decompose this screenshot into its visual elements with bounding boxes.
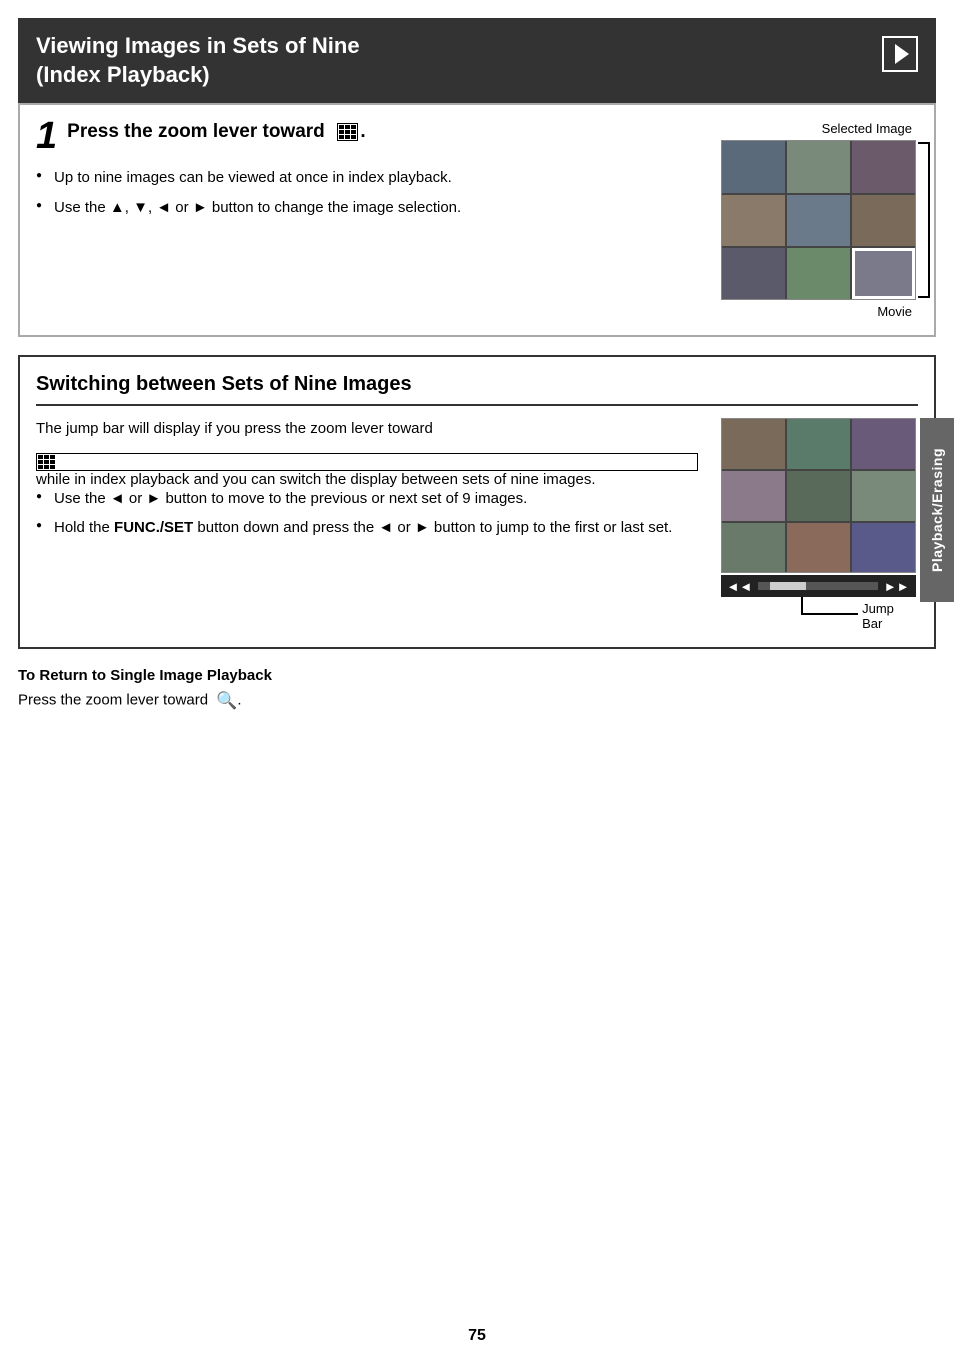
section2-left: The jump bar will display if you press t… — [36, 418, 698, 631]
section2-content: The jump bar will display if you press t… — [36, 418, 918, 631]
image-grid2 — [721, 418, 916, 573]
jump-bar-label-container: Jump Bar — [721, 597, 916, 631]
g2-cell-4 — [787, 471, 850, 521]
movie-label: Movie — [877, 304, 912, 319]
header-section: Viewing Images in Sets of Nine (Index Pl… — [18, 18, 936, 103]
image-grid — [721, 140, 916, 300]
grid-cell-0 — [722, 141, 785, 192]
g2-cell-6 — [722, 523, 785, 573]
grid-cell-6 — [722, 248, 785, 299]
section2: Switching between Sets of Nine Images Th… — [18, 355, 936, 649]
grid-cell-3 — [722, 195, 785, 246]
play-icon — [895, 44, 909, 64]
g2-cell-0 — [722, 419, 785, 469]
g2-cell-8 — [852, 523, 915, 573]
jump-bar-container: ◄◄ ►► — [721, 575, 916, 597]
jump-bar-thumb — [770, 582, 806, 590]
header-title: Viewing Images in Sets of Nine (Index Pl… — [36, 32, 360, 89]
jump-bar-right-arrow: ►► — [884, 579, 910, 594]
grid-cell-7 — [787, 248, 850, 299]
jump-bar-bracket — [801, 597, 859, 615]
return-title: To Return to Single Image Playback — [18, 667, 936, 684]
section1-left: 1 Press the zoom lever toward — [36, 121, 698, 319]
g2-cell-5 — [852, 471, 915, 521]
step-title: 1 Press the zoom lever toward — [36, 121, 698, 155]
jump-bar-label: Jump Bar — [862, 601, 915, 631]
step-title-text: Press the zoom lever toward . — [67, 121, 366, 142]
g2-cell-1 — [787, 419, 850, 469]
bullet-2: Use the ▲, ▼, ◄ or ► button to change th… — [36, 197, 698, 219]
grid-cell-5 — [852, 195, 915, 246]
grid-cell-4 — [787, 195, 850, 246]
section2-bullet-2: Hold the FUNC./SET button down and press… — [36, 517, 698, 539]
section2-intro: The jump bar will display if you press t… — [36, 418, 698, 441]
return-text: Press the zoom lever toward 🔍. — [18, 688, 936, 714]
section2-right: ◄◄ ►► Jump Bar — [718, 418, 918, 631]
playback-icon-box — [882, 36, 918, 72]
step-number: 1 — [36, 121, 57, 155]
g2-cell-2 — [852, 419, 915, 469]
selected-image-label: Selected Image — [822, 121, 912, 136]
section1: 1 Press the zoom lever toward — [18, 103, 936, 337]
magnify-icon: 🔍 — [216, 688, 237, 714]
section2-title: Switching between Sets of Nine Images — [36, 373, 918, 406]
section1-right: Selected Image Movie — [718, 121, 918, 319]
grid-cell-2 — [852, 141, 915, 192]
sidebar-text: Playback/Erasing — [929, 448, 945, 572]
g2-cell-7 — [787, 523, 850, 573]
section1-bullets: Up to nine images can be viewed at once … — [36, 167, 698, 219]
section2-bullets: Use the ◄ or ► button to move to the pre… — [36, 488, 698, 540]
selected-bracket — [918, 142, 930, 298]
grid-cell-1 — [787, 141, 850, 192]
page-number: 75 — [468, 1327, 486, 1345]
sidebar: Playback/Erasing — [920, 418, 954, 602]
return-section: To Return to Single Image Playback Press… — [18, 667, 936, 714]
grid-cell-8 — [852, 248, 915, 299]
jump-bar-left-arrow: ◄◄ — [727, 579, 753, 594]
index-grid2 — [36, 453, 698, 471]
g2-cell-3 — [722, 471, 785, 521]
bullet-1: Up to nine images can be viewed at once … — [36, 167, 698, 189]
index-grid — [337, 123, 358, 141]
index-symbol-icon — [337, 123, 358, 141]
jump-bar-track — [758, 582, 878, 590]
image-grid-container — [721, 140, 916, 300]
section2-bullet-1: Use the ◄ or ► button to move to the pre… — [36, 488, 698, 510]
